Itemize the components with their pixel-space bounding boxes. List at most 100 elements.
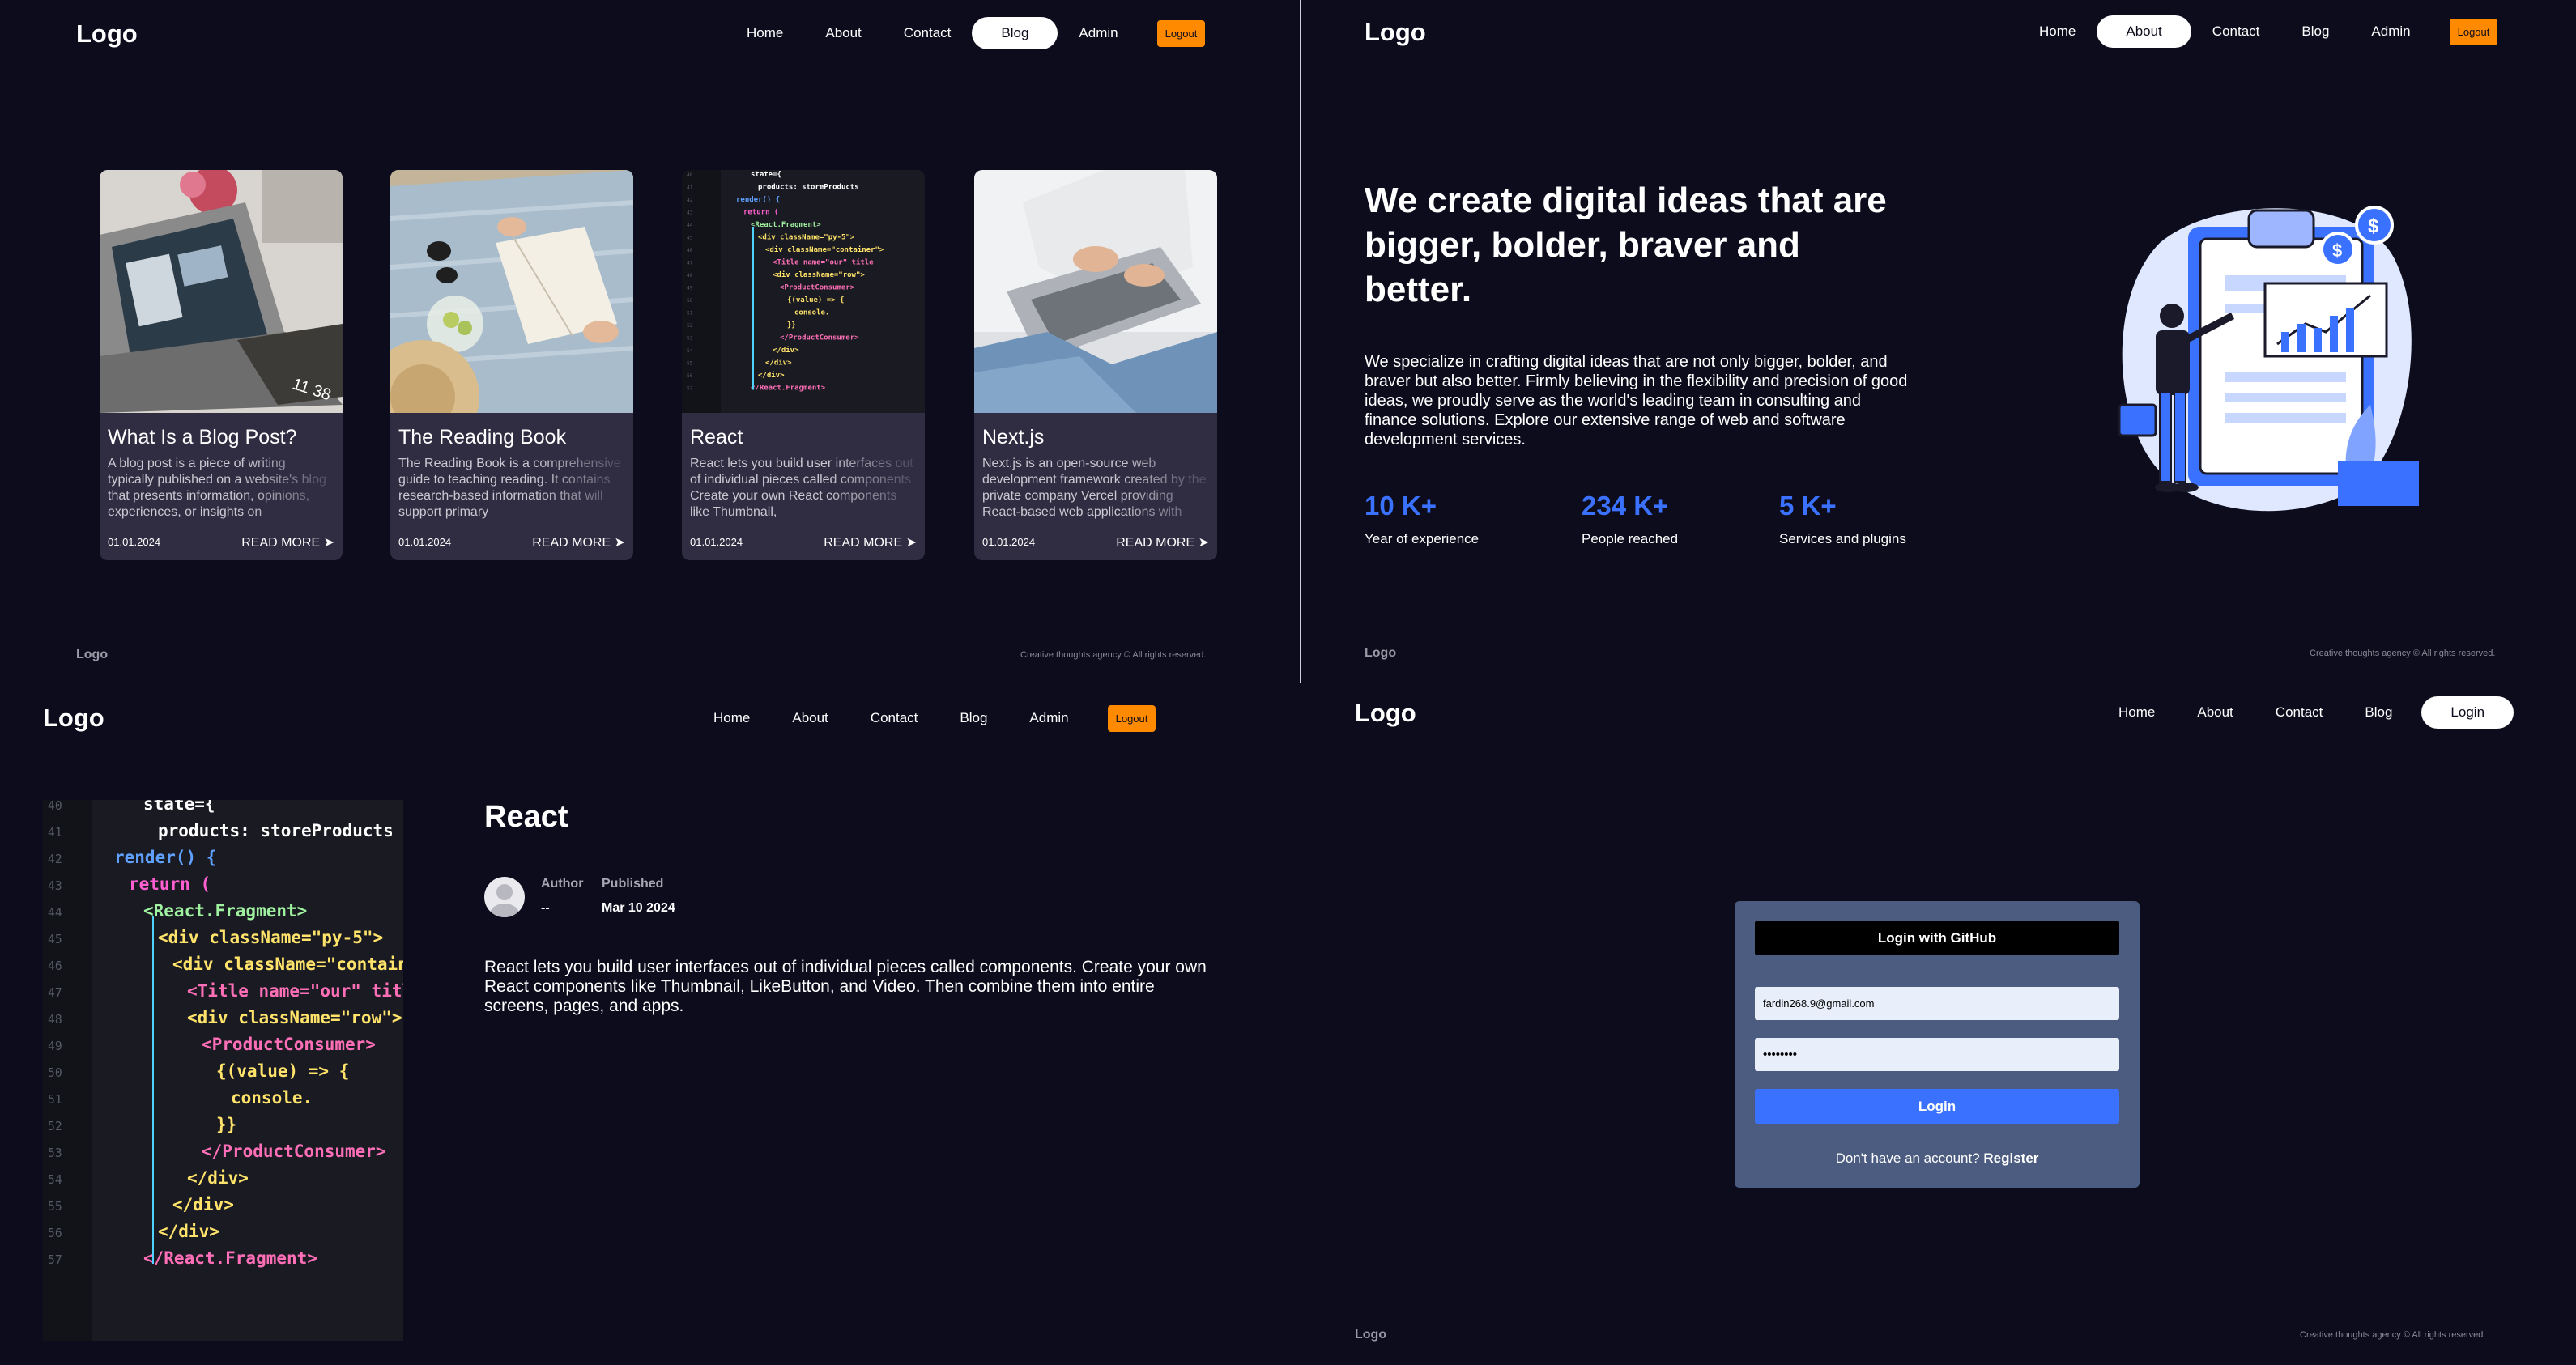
code-line: <ProductConsumer> [780,284,855,292]
code-photo: 40 state={41 products: storeProducts 42 rend… [682,170,925,413]
code-line-number: 43 [48,879,62,893]
code-line: </ProductConsumer> [780,334,859,342]
code-line: </div> [187,1168,249,1188]
card-title[interactable]: Next.js [982,426,1044,449]
nav-home[interactable]: Home [726,17,804,49]
code-line-number: 41 [687,185,693,191]
card-date: 01.01.2024 [108,536,161,548]
nav-home[interactable]: Home [2097,696,2176,729]
blog-card[interactable]: 11 38 What Is a Blog Post? A blog post i… [100,170,343,560]
published-label: Published [602,877,664,891]
code-line: console. [794,309,829,317]
nav-contact[interactable]: Contact [883,17,973,49]
nav-admin[interactable]: Admin [1058,17,1139,49]
register-text: Don't have an account? [1835,1150,1980,1166]
footer-copyright: Creative thoughts agency © All rights re… [2300,1330,2486,1340]
nav-admin[interactable]: Admin [1008,702,1089,734]
code-line: <div className="py-5"> [158,928,383,947]
code-line: return ( [129,874,211,894]
nav-blog[interactable]: Blog [939,702,1008,734]
code-line-number: 49 [48,1040,62,1053]
code-line: </div> [765,359,792,368]
nav-home[interactable]: Home [2018,15,2097,48]
code-line-number: 40 [48,800,62,813]
logout-button[interactable]: Logout [1107,704,1156,732]
code-line: </React.Fragment> [143,1248,317,1268]
read-more-link[interactable]: READ MORE ➤ [1116,534,1209,551]
nav-contact[interactable]: Contact [2255,696,2344,729]
nav-blog[interactable]: Blog [2344,696,2413,729]
blog-page: Logo Home About Contact Blog Admin Logou… [0,0,1300,682]
code-line-number: 55 [687,361,693,367]
read-more-link[interactable]: READ MORE ➤ [532,534,625,551]
logout-button[interactable]: Logout [2449,18,2498,45]
logo[interactable]: Logo [43,704,104,733]
code-line: products: storeProducts [758,184,859,192]
code-line: <div className="container"> [172,955,403,974]
code-line: render() { [736,196,780,204]
nav-contact[interactable]: Contact [2191,15,2281,48]
github-login-button[interactable]: Login with GitHub [1755,921,2119,955]
password-field[interactable]: •••••••• [1755,1038,2119,1071]
footer-copyright: Creative thoughts agency © All rights re… [2310,648,2496,658]
code-line-number: 48 [687,273,693,279]
about-page: Logo Home About Contact Blog Admin Logou… [1301,0,2576,682]
svg-text:$: $ [2368,215,2379,237]
login-page: Logo Home About Contact Blog Login Login… [1288,682,2576,1365]
code-line-number: 54 [48,1173,62,1187]
code-line-number: 52 [48,1120,62,1133]
read-more-link[interactable]: READ MORE ➤ [824,534,917,551]
logout-button[interactable]: Logout [1156,19,1206,47]
read-more-link[interactable]: READ MORE ➤ [241,534,334,551]
code-line-number: 49 [687,286,693,291]
card-title[interactable]: React [690,426,743,449]
code-line: <ProductConsumer> [202,1035,376,1054]
code-line-number: 45 [48,933,62,946]
login-button[interactable]: Login [1755,1089,2119,1124]
card-title[interactable]: What Is a Blog Post? [108,426,296,449]
nav-about[interactable]: About [771,702,849,734]
nav-home[interactable]: Home [692,702,771,734]
code-line: </ProductConsumer> [202,1142,386,1161]
stat-value: 5 K+ [1779,491,1837,521]
footer-logo: Logo [76,648,109,661]
blog-card[interactable]: The Reading Book The Reading Book is a c… [390,170,633,560]
hero-heading: We create digital ideas that are bigger,… [1365,181,1887,309]
hero-description: We specialize in crafting digital ideas … [1365,353,1908,449]
code-line-number: 45 [687,236,693,241]
nav-admin[interactable]: Admin [2350,15,2431,48]
card-description: A blog post is a piece of writing typica… [108,457,326,519]
code-line-number: 47 [48,986,62,1000]
nav-about[interactable]: About [2097,15,2191,48]
code-line-number: 47 [687,261,693,266]
code-line-number: 53 [687,336,693,342]
card-description: Next.js is an open-source web developmen… [982,457,1207,519]
nav-about[interactable]: About [2176,696,2254,729]
nav-blog[interactable]: Blog [2280,15,2350,48]
email-field[interactable]: fardin268.9@gmail.com [1755,987,2119,1020]
stat-label: Services and plugins [1779,531,1906,546]
code-line: <div className="container"> [765,245,884,254]
blog-card[interactable]: 40 state={41 products: storeProducts 42 rend… [682,170,925,560]
nav-bar: Home About Contact Blog Admin Logout [726,17,1206,49]
nav-about[interactable]: About [804,17,882,49]
logo[interactable]: Logo [1365,18,1426,47]
register-prompt: Don't have an account? Register [1735,1150,2140,1167]
code-line-number: 52 [687,323,693,329]
published-value: Mar 10 2024 [602,901,675,915]
nav-contact[interactable]: Contact [849,702,939,734]
code-line: </div> [758,371,785,380]
code-line: console. [231,1088,313,1108]
card-title[interactable]: The Reading Book [398,426,566,449]
logo[interactable]: Logo [1355,699,1416,728]
stat-services: 5 K+ Services and plugins [1779,491,1906,547]
blog-card[interactable]: Next.js Next.js is an open-source web de… [974,170,1217,560]
code-line-number: 42 [687,198,693,203]
business-illustration: $ $ [2095,194,2435,518]
nav-login[interactable]: Login [2421,696,2514,729]
code-line-number: 44 [687,223,693,228]
register-link[interactable]: Register [1983,1150,2038,1166]
logo[interactable]: Logo [76,19,138,49]
code-line-number: 56 [687,373,693,379]
nav-blog[interactable]: Blog [972,17,1058,49]
